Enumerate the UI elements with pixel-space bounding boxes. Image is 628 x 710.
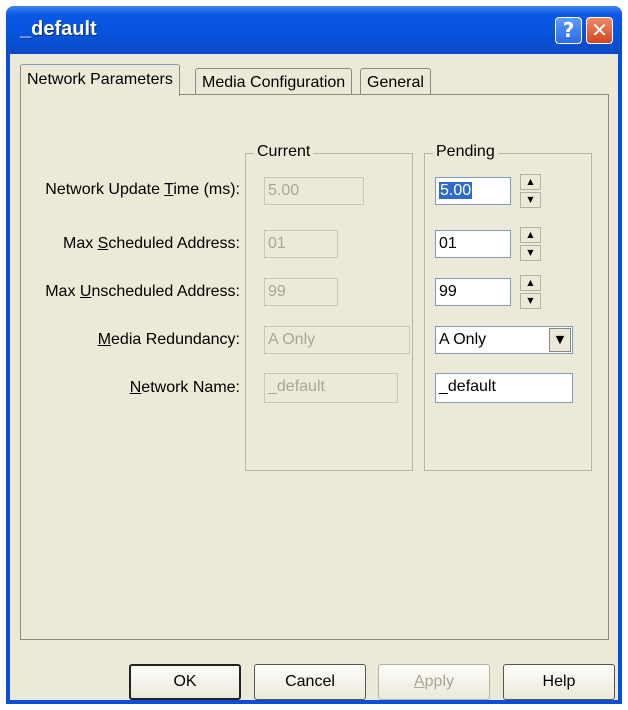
current-network-update-time-field: 5.00 bbox=[264, 177, 364, 205]
max-scheduled-address-spinner[interactable]: ▲ ▼ bbox=[520, 227, 541, 261]
window-title: _default bbox=[20, 18, 97, 40]
spin-up-icon[interactable]: ▲ bbox=[520, 227, 541, 243]
pending-group-caption: Pending bbox=[433, 143, 498, 161]
pending-media-redundancy-dropdown[interactable]: A Only ▼ bbox=[435, 326, 573, 354]
network-update-time-label: Network Update Time (ms): bbox=[45, 181, 240, 198]
max-unscheduled-address-spinner[interactable]: ▲ ▼ bbox=[520, 275, 541, 309]
help-button[interactable]: Help bbox=[503, 664, 615, 700]
dialog-client-area: Network Parameters Media Configuration G… bbox=[10, 54, 618, 700]
spin-up-icon[interactable]: ▲ bbox=[520, 275, 541, 291]
dialog-window: _default ? ✕ Network Parameters Media Co… bbox=[6, 6, 622, 704]
current-group-caption: Current bbox=[254, 143, 314, 161]
tab-media-configuration[interactable]: Media Configuration bbox=[195, 68, 353, 96]
tab-general[interactable]: General bbox=[360, 68, 431, 96]
help-question-icon[interactable]: ? bbox=[555, 17, 582, 44]
spin-up-icon[interactable]: ▲ bbox=[520, 174, 541, 190]
media-redundancy-selected-value: A Only bbox=[439, 331, 487, 348]
title-bar[interactable]: _default ? ✕ bbox=[6, 6, 622, 54]
apply-button[interactable]: Apply bbox=[378, 664, 490, 700]
current-media-redundancy-field: A Only bbox=[264, 326, 410, 354]
tab-network-parameters[interactable]: Network Parameters bbox=[20, 64, 180, 96]
media-redundancy-label: Media Redundancy: bbox=[97, 331, 240, 348]
network-name-label: Network Name: bbox=[129, 379, 240, 396]
spin-down-icon[interactable]: ▼ bbox=[520, 245, 541, 261]
network-update-time-spinner[interactable]: ▲ ▼ bbox=[520, 174, 541, 208]
pending-network-update-time-input[interactable]: 5.00 bbox=[435, 177, 511, 205]
ok-button[interactable]: OK bbox=[129, 664, 241, 700]
pending-max-scheduled-address-input[interactable]: 01 bbox=[435, 230, 511, 258]
chevron-down-icon[interactable]: ▼ bbox=[549, 328, 571, 352]
spin-down-icon[interactable]: ▼ bbox=[520, 293, 541, 309]
max-scheduled-address-label: Max Scheduled Address: bbox=[63, 235, 240, 252]
spin-down-icon[interactable]: ▼ bbox=[520, 192, 541, 208]
current-max-unscheduled-address-field: 99 bbox=[264, 278, 338, 306]
current-network-name-field: _default bbox=[264, 373, 398, 403]
cancel-button[interactable]: Cancel bbox=[254, 664, 366, 700]
tab-panel-network-parameters: Current Pending Network Update Time (ms)… bbox=[20, 94, 609, 640]
current-max-scheduled-address-field: 01 bbox=[264, 230, 338, 258]
max-unscheduled-address-label: Max Unscheduled Address: bbox=[45, 283, 240, 300]
pending-max-unscheduled-address-input[interactable]: 99 bbox=[435, 278, 511, 306]
close-icon[interactable]: ✕ bbox=[586, 17, 613, 44]
pending-network-name-input[interactable]: _default bbox=[435, 373, 573, 403]
